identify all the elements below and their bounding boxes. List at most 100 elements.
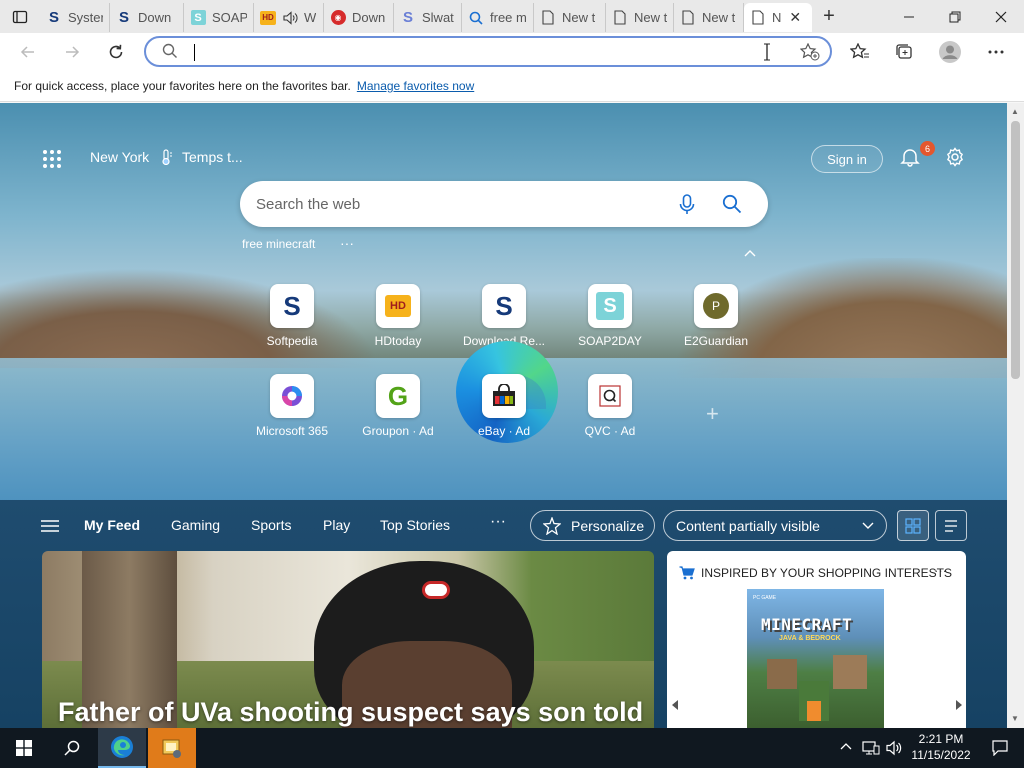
feed-tab-sports[interactable]: Sports <box>251 517 291 533</box>
collections-button[interactable] <box>882 33 926 71</box>
softpedia-s-icon: S <box>482 284 526 328</box>
browser-tab[interactable]: S Syster <box>40 3 110 32</box>
suggestion-more-button[interactable]: ··· <box>340 235 354 251</box>
back-button[interactable] <box>6 33 50 71</box>
browser-tab[interactable]: ◉ Down <box>324 3 394 32</box>
quicklink-tile[interactable]: S Download Re... <box>454 284 554 348</box>
personalize-button[interactable]: Personalize <box>530 510 655 541</box>
scroll-thumb[interactable] <box>1011 121 1020 379</box>
hdtoday-icon: HD <box>260 10 276 26</box>
news-card[interactable]: Father of UVa shooting suspect says son … <box>42 551 654 728</box>
notifications-button[interactable] <box>900 147 920 172</box>
feed-tab-my-feed[interactable]: My Feed <box>84 517 140 533</box>
chevron-up-icon[interactable] <box>744 249 756 257</box>
taskbar-app-button[interactable] <box>148 728 196 768</box>
content-visibility-dropdown[interactable]: Content partially visible <box>663 510 887 541</box>
microphone-icon[interactable] <box>679 194 695 216</box>
search-suggestion[interactable]: free minecraft <box>242 237 315 251</box>
refresh-button[interactable] <box>94 33 138 71</box>
minecraft-product-image[interactable]: PC GAME MINECRAFT JAVA & BEDROCK <box>747 589 884 728</box>
windows-logo-icon <box>16 740 32 756</box>
taskbar-search-button[interactable] <box>48 728 96 768</box>
quicklink-tile[interactable]: HD HDtoday <box>348 284 448 348</box>
profile-button[interactable] <box>928 33 972 71</box>
add-favorite-icon[interactable] <box>800 43 820 61</box>
shopping-card[interactable]: INSPIRED BY YOUR SHOPPING INTERESTS ··· … <box>667 551 966 728</box>
browser-tab[interactable]: free m <box>462 3 534 32</box>
softpedia-s-icon: S <box>118 9 129 26</box>
news-headline[interactable]: Father of UVa shooting suspect says son … <box>58 697 643 728</box>
carousel-prev-icon[interactable] <box>671 700 679 710</box>
speaker-icon[interactable] <box>282 10 298 26</box>
quicklink-tile[interactable]: Microsoft 365 <box>242 374 342 438</box>
web-search-input[interactable] <box>256 194 656 214</box>
page-scrollbar[interactable]: ▲ ▼ <box>1007 103 1024 728</box>
search-submit-icon[interactable] <box>722 194 742 214</box>
quicklink-tile[interactable]: G Groupon · Ad <box>348 374 448 438</box>
feed-more-button[interactable]: ··· <box>490 513 506 531</box>
notification-center-button[interactable] <box>976 728 1024 768</box>
product-subtitle: JAVA & BEDROCK <box>779 635 841 642</box>
browser-tab[interactable]: New t <box>674 3 744 32</box>
quicklink-label: eBay · Ad <box>477 424 531 438</box>
list-view-button[interactable] <box>935 510 967 541</box>
action-center-icon <box>992 740 1008 756</box>
shopping-more-button[interactable]: ··· <box>934 563 947 578</box>
browser-tab[interactable]: N ✕ <box>744 3 812 32</box>
tab-title: New t <box>562 10 596 25</box>
address-bar[interactable] <box>144 36 832 67</box>
quicklink-tile[interactable]: eBay · Ad <box>454 374 554 438</box>
taskbar-edge-button[interactable] <box>98 728 146 768</box>
installer-app-icon <box>162 739 181 758</box>
quicklink-label: Microsoft 365 <box>255 424 329 438</box>
chevron-up-icon[interactable] <box>840 742 852 750</box>
close-tab-icon[interactable]: ✕ <box>789 9 801 26</box>
more-horizontal-icon <box>988 50 1004 54</box>
tab-actions-button[interactable] <box>0 0 40 33</box>
quicklink-tile[interactable]: S Softpedia <box>242 284 342 348</box>
forward-button[interactable] <box>50 33 94 71</box>
add-site-button[interactable]: + <box>706 401 719 427</box>
close-window-button[interactable] <box>978 0 1024 33</box>
browser-tab[interactable]: New t <box>534 3 606 32</box>
browser-tab[interactable]: HD W <box>254 3 324 32</box>
location-label[interactable]: New York <box>90 149 149 165</box>
feed-tab-top-stories[interactable]: Top Stories <box>380 517 450 533</box>
settings-more-button[interactable] <box>974 33 1018 71</box>
grid-view-button[interactable] <box>897 510 929 541</box>
tab-title: N <box>772 10 782 25</box>
feed-menu-button[interactable] <box>41 519 59 538</box>
volume-icon[interactable] <box>886 740 902 756</box>
network-icon[interactable] <box>862 740 880 756</box>
manage-favorites-link[interactable]: Manage favorites now <box>357 79 474 93</box>
quicklink-tile[interactable]: QVC · Ad <box>560 374 660 438</box>
grid-layout-icon <box>905 517 921 534</box>
browser-tab[interactable]: S Down <box>110 3 184 32</box>
quicklink-tile[interactable]: S SOAP2DAY <box>560 284 660 348</box>
browser-tab[interactable]: S SOAP <box>184 3 254 32</box>
tab-title: Syster <box>68 10 103 25</box>
quicklink-tile[interactable]: P E2Guardian <box>666 284 766 348</box>
browser-tab[interactable]: S Slwat <box>394 3 462 32</box>
address-input[interactable] <box>190 42 750 62</box>
feed-tab-gaming[interactable]: Gaming <box>171 517 220 533</box>
favorites-button[interactable] <box>838 33 882 71</box>
scroll-down-arrow-icon[interactable]: ▼ <box>1011 714 1019 723</box>
web-search-box[interactable] <box>240 181 768 227</box>
carousel-next-icon[interactable] <box>955 700 963 710</box>
weather-label[interactable]: Temps t... <box>182 149 243 165</box>
feed-tab-play[interactable]: Play <box>323 517 350 533</box>
p-circle-icon: P <box>694 284 738 328</box>
sign-in-button[interactable]: Sign in <box>811 145 883 173</box>
browser-tab[interactable]: New t <box>606 3 674 32</box>
taskbar-clock[interactable]: 2:21 PM 11/15/2022 <box>906 731 976 763</box>
app-launcher-button[interactable] <box>42 149 62 174</box>
scroll-up-arrow-icon[interactable]: ▲ <box>1011 107 1019 116</box>
start-button[interactable] <box>0 728 48 768</box>
shopping-cart-icon <box>679 566 695 580</box>
quicklink-label: HDtoday <box>374 334 422 348</box>
restore-button[interactable] <box>932 0 978 33</box>
new-tab-button[interactable]: + <box>812 0 846 33</box>
page-settings-button[interactable] <box>945 147 965 172</box>
minimize-button[interactable] <box>886 0 932 33</box>
